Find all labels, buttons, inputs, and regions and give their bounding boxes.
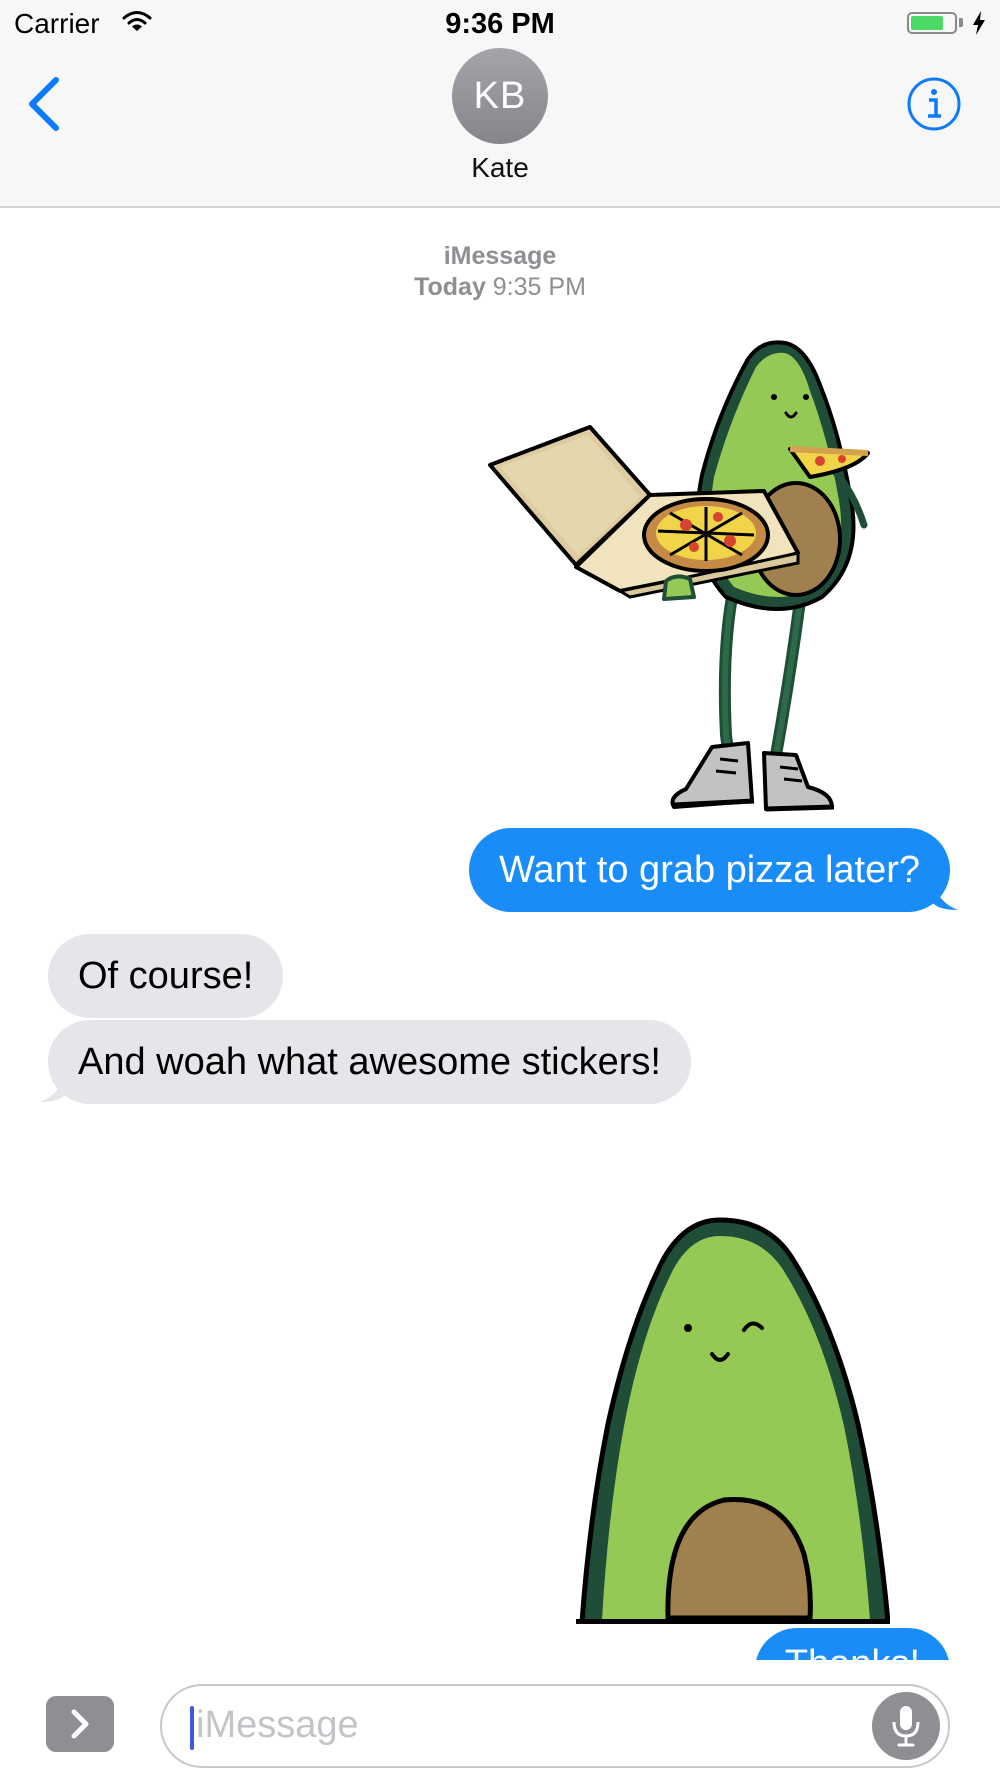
- contact-avatar[interactable]: KB: [452, 48, 548, 144]
- received-message-bubble[interactable]: And woah what awesome stickers!: [48, 1020, 691, 1104]
- received-bubble-tail: [40, 1068, 66, 1102]
- message-input-placeholder: iMessage: [196, 1704, 359, 1746]
- winking-avocado-sticker[interactable]: [560, 1214, 890, 1624]
- received-message-bubble[interactable]: Of course!: [48, 934, 284, 1018]
- conversation-header: KB Kate: [0, 48, 1000, 208]
- right-shoe: [762, 751, 835, 812]
- chevron-right-icon: [71, 1709, 89, 1739]
- service-label: iMessage: [443, 242, 557, 270]
- left-shoe: [670, 741, 755, 809]
- sent-bubble-tail: [932, 876, 958, 910]
- message-input[interactable]: iMessage: [160, 1684, 950, 1768]
- back-button[interactable]: [26, 76, 62, 132]
- contact-name[interactable]: Kate: [0, 152, 1000, 184]
- text-cursor: [190, 1706, 194, 1750]
- compose-bar: iMessage: [0, 1660, 1000, 1778]
- battery-level: [911, 16, 943, 30]
- battery-icon: [907, 12, 957, 34]
- info-icon[interactable]: [906, 76, 962, 132]
- timestamp-time: 9:35 PM: [492, 273, 586, 301]
- sent-message-bubble[interactable]: Want to grab pizza later?: [468, 828, 950, 912]
- message-timestamp: Today 9:35 PM: [0, 273, 1000, 302]
- battery-tip: [959, 18, 963, 27]
- dictation-button[interactable]: [872, 1692, 940, 1760]
- charging-bolt-icon: [973, 11, 985, 35]
- avocado-pizza-sticker[interactable]: [480, 335, 910, 815]
- status-time: 9:36 PM: [445, 8, 555, 40]
- microphone-icon: [892, 1706, 920, 1747]
- timestamp-day: Today: [414, 273, 486, 301]
- apps-button[interactable]: [46, 1696, 114, 1752]
- status-bar: Carrier 9:36 PM: [0, 0, 1000, 48]
